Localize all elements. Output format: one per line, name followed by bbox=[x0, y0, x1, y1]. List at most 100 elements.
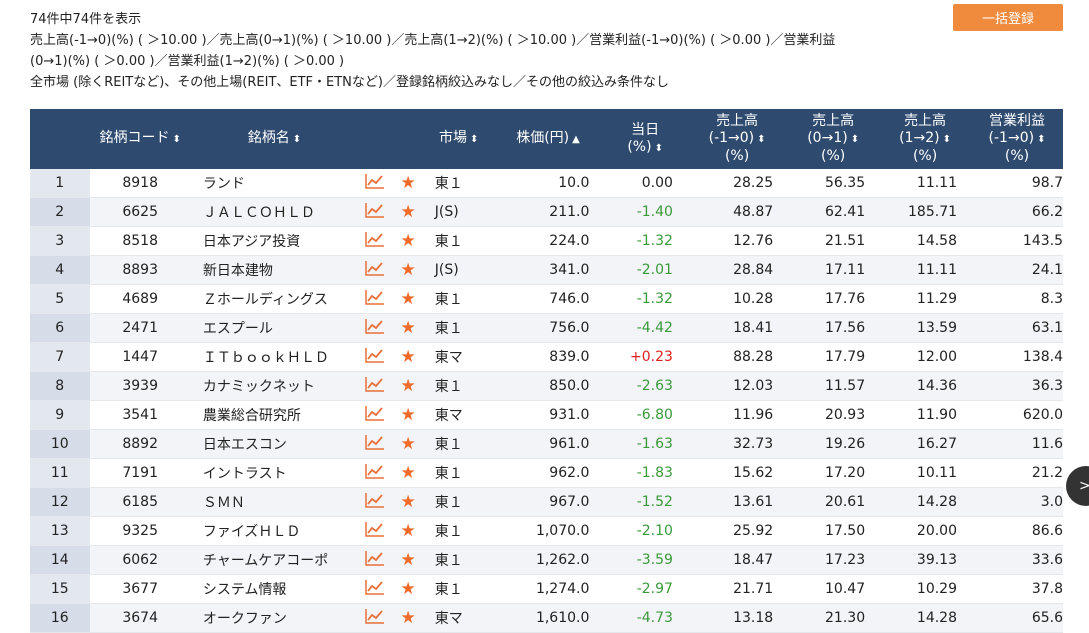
stock-name[interactable]: ＪＡＬＣＯＨＬＤ bbox=[190, 197, 358, 227]
line-chart-icon[interactable] bbox=[364, 202, 385, 222]
header-name[interactable]: 銘柄名 ⬍ bbox=[190, 109, 358, 169]
favorite-cell[interactable]: ★ bbox=[391, 284, 425, 314]
star-icon[interactable]: ★ bbox=[400, 521, 415, 541]
chart-cell[interactable] bbox=[357, 284, 392, 314]
table-row[interactable]: 7 1447 ＩＴｂｏｏｋＨＬＤ ★ 東マ 839.0 +0.23 88.28 17.79 12.… bbox=[30, 342, 1063, 372]
stock-name[interactable]: 農業総合研究所 bbox=[190, 400, 358, 430]
star-icon[interactable]: ★ bbox=[400, 231, 415, 251]
star-icon[interactable]: ★ bbox=[400, 318, 415, 338]
star-icon[interactable]: ★ bbox=[400, 434, 415, 454]
table-row[interactable]: 11 7191 イントラスト ★ 東１ 962.0 -1.83 15.62 17.20 10.11… bbox=[30, 458, 1063, 488]
star-icon[interactable]: ★ bbox=[400, 492, 415, 512]
table-row[interactable]: 8 3939 カナミックネット ★ 東１ 850.0 -2.63 12.03 11.57 14.3… bbox=[30, 371, 1063, 401]
star-icon[interactable]: ★ bbox=[400, 376, 415, 396]
line-chart-icon[interactable] bbox=[364, 376, 385, 396]
stock-name[interactable]: イントラスト bbox=[190, 458, 358, 488]
star-icon[interactable]: ★ bbox=[400, 260, 415, 280]
star-icon[interactable]: ★ bbox=[400, 405, 415, 425]
scroll-right-button[interactable]: > bbox=[1066, 466, 1089, 506]
line-chart-icon[interactable] bbox=[364, 521, 385, 541]
chart-cell[interactable] bbox=[357, 545, 392, 575]
table-row[interactable]: 9 3541 農業総合研究所 ★ 東マ 931.0 -6.80 11.96 20.93 11.90… bbox=[30, 400, 1063, 430]
header-code[interactable]: 銘柄コード ⬍ bbox=[89, 109, 191, 169]
sort-icon[interactable]: ⬍ bbox=[1037, 134, 1045, 145]
table-row[interactable]: 12 6185 ＳＭＮ ★ 東１ 967.0 -1.52 13.61 20.61 14.28 3.0 bbox=[30, 487, 1063, 517]
stock-name[interactable]: Ｚホールディングス bbox=[190, 284, 358, 314]
stock-name[interactable]: ファイズＨＬＤ bbox=[190, 516, 358, 546]
line-chart-icon[interactable] bbox=[364, 463, 385, 483]
line-chart-icon[interactable] bbox=[364, 579, 385, 599]
favorite-cell[interactable]: ★ bbox=[391, 400, 425, 430]
header-market[interactable]: 市場 ⬍ bbox=[424, 109, 493, 169]
favorite-cell[interactable]: ★ bbox=[391, 197, 425, 227]
sort-icon[interactable]: ⬍ bbox=[293, 134, 301, 145]
table-row[interactable]: 3 8518 日本アジア投資 ★ 東１ 224.0 -1.32 12.76 21.51 14.58… bbox=[30, 226, 1063, 256]
sort-icon[interactable]: ⬍ bbox=[172, 134, 180, 145]
stock-name[interactable]: チャームケアコーポ bbox=[190, 545, 358, 575]
stock-name[interactable]: 日本エスコン bbox=[190, 429, 358, 459]
sort-icon[interactable]: ⬍ bbox=[470, 134, 478, 145]
table-row[interactable]: 13 9325 ファイズＨＬＤ ★ 東１ 1,070.0 -2.10 25.92 17.50 20… bbox=[30, 516, 1063, 546]
favorite-cell[interactable]: ★ bbox=[391, 429, 425, 459]
header-change[interactable]: 当日 (%) ⬍ bbox=[603, 109, 687, 169]
line-chart-icon[interactable] bbox=[364, 260, 385, 280]
star-icon[interactable]: ★ bbox=[400, 202, 415, 222]
chart-cell[interactable] bbox=[357, 226, 392, 256]
favorite-cell[interactable]: ★ bbox=[391, 603, 425, 633]
line-chart-icon[interactable] bbox=[364, 347, 385, 367]
sort-icon[interactable]: ⬍ bbox=[851, 134, 859, 145]
table-row[interactable]: 5 4689 Ｚホールディングス ★ 東１ 746.0 -1.32 10.28 17.76 11.… bbox=[30, 284, 1063, 314]
header-sales-prev[interactable]: 売上高 (-1→0) ⬍ (%) bbox=[686, 109, 788, 169]
chart-cell[interactable] bbox=[357, 197, 392, 227]
line-chart-icon[interactable] bbox=[364, 289, 385, 309]
line-chart-icon[interactable] bbox=[364, 231, 385, 251]
header-sales-cur[interactable]: 売上高 (0→1) ⬍ (%) bbox=[787, 109, 880, 169]
star-icon[interactable]: ★ bbox=[400, 173, 415, 193]
favorite-cell[interactable]: ★ bbox=[391, 255, 425, 285]
favorite-cell[interactable]: ★ bbox=[391, 169, 425, 198]
favorite-cell[interactable]: ★ bbox=[391, 458, 425, 488]
star-icon[interactable]: ★ bbox=[400, 463, 415, 483]
favorite-cell[interactable]: ★ bbox=[391, 516, 425, 546]
chart-cell[interactable] bbox=[357, 574, 392, 604]
chart-cell[interactable] bbox=[357, 516, 392, 546]
line-chart-icon[interactable] bbox=[364, 492, 385, 512]
bulk-register-button[interactable]: 一括登録 bbox=[953, 4, 1063, 31]
table-row[interactable]: 10 8892 日本エスコン ★ 東１ 961.0 -1.63 32.73 19.26 16.27… bbox=[30, 429, 1063, 459]
chart-cell[interactable] bbox=[357, 169, 392, 198]
star-icon[interactable]: ★ bbox=[400, 579, 415, 599]
stock-name[interactable]: システム情報 bbox=[190, 574, 358, 604]
stock-name[interactable]: ＳＭＮ bbox=[190, 487, 358, 517]
star-icon[interactable]: ★ bbox=[400, 347, 415, 367]
stock-name[interactable]: オークファン bbox=[190, 603, 358, 633]
stock-name[interactable]: エスプール bbox=[190, 313, 358, 343]
chart-cell[interactable] bbox=[357, 255, 392, 285]
sort-icon[interactable]: ⬍ bbox=[943, 134, 951, 145]
line-chart-icon[interactable] bbox=[364, 405, 385, 425]
favorite-cell[interactable]: ★ bbox=[391, 342, 425, 372]
favorite-cell[interactable]: ★ bbox=[391, 574, 425, 604]
table-row[interactable]: 14 6062 チャームケアコーポ ★ 東１ 1,262.0 -3.59 18.47 17.23… bbox=[30, 545, 1063, 575]
favorite-cell[interactable]: ★ bbox=[391, 226, 425, 256]
chart-cell[interactable] bbox=[357, 429, 392, 459]
table-row[interactable]: 1 8918 ランド ★ 東１ 10.0 0.00 28.25 56.35 11.11 98.7 bbox=[30, 169, 1063, 198]
star-icon[interactable]: ★ bbox=[400, 289, 415, 309]
star-icon[interactable]: ★ bbox=[400, 608, 415, 628]
header-sales-next[interactable]: 売上高 (1→2) ⬍ (%) bbox=[879, 109, 972, 169]
favorite-cell[interactable]: ★ bbox=[391, 545, 425, 575]
line-chart-icon[interactable] bbox=[364, 173, 385, 193]
stock-name[interactable]: ランド bbox=[190, 169, 358, 198]
star-icon[interactable]: ★ bbox=[400, 550, 415, 570]
table-row[interactable]: 16 3674 オークファン ★ 東マ 1,610.0 -4.73 13.18 21.30 14.… bbox=[30, 603, 1063, 633]
chart-cell[interactable] bbox=[357, 603, 392, 633]
chart-cell[interactable] bbox=[357, 313, 392, 343]
stock-name[interactable]: 日本アジア投資 bbox=[190, 226, 358, 256]
line-chart-icon[interactable] bbox=[364, 318, 385, 338]
chart-cell[interactable] bbox=[357, 342, 392, 372]
header-price[interactable]: 株価(円) ▲ bbox=[492, 109, 604, 169]
table-row[interactable]: 2 6625 ＪＡＬＣＯＨＬＤ ★ J(S) 211.0 -1.40 48.87 62.41 18… bbox=[30, 197, 1063, 227]
chart-cell[interactable] bbox=[357, 487, 392, 517]
favorite-cell[interactable]: ★ bbox=[391, 313, 425, 343]
line-chart-icon[interactable] bbox=[364, 434, 385, 454]
table-row[interactable]: 6 2471 エスプール ★ 東１ 756.0 -4.42 18.41 17.56 13.59 63… bbox=[30, 313, 1063, 343]
